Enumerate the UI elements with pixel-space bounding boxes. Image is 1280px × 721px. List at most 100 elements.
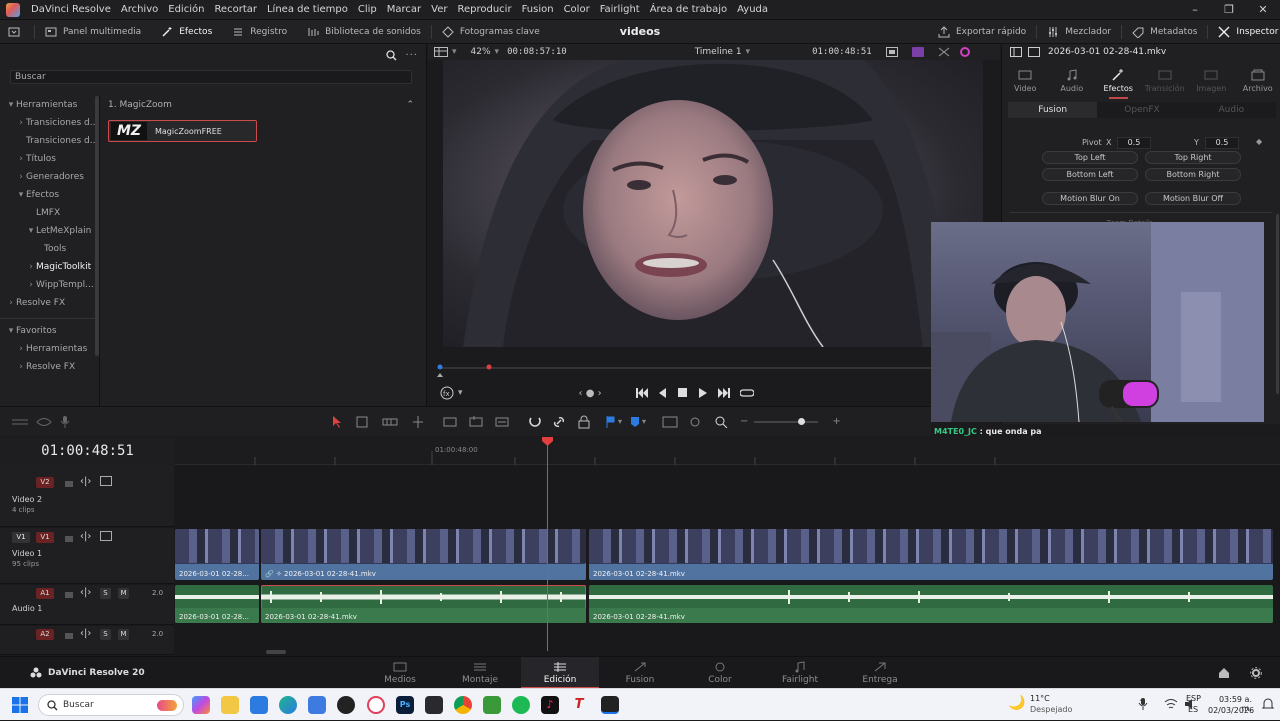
mail-icon[interactable]	[308, 696, 326, 714]
davinci-taskbar-icon[interactable]	[601, 696, 619, 714]
lock-icon[interactable]	[64, 476, 74, 488]
keyframes-button[interactable]: Fotogramas clave	[432, 20, 550, 44]
pivot-y-field[interactable]: 0.5	[1205, 137, 1239, 149]
tree-arrow-icon[interactable]: ›	[26, 258, 36, 276]
timeline-ruler[interactable]: 01:00:48:00	[175, 437, 1280, 465]
selection-tool-icon[interactable]	[332, 416, 342, 428]
tree-arrow-icon[interactable]: ▾	[6, 96, 16, 114]
effects-button[interactable]: Efectos	[151, 20, 222, 44]
viewer-scrub-bar[interactable]	[428, 360, 1000, 380]
playhead-handle-icon[interactable]	[542, 437, 553, 446]
video-clip[interactable]: 2026-03-01 02-28-41.mkv	[589, 529, 1273, 580]
keyframe-icon[interactable]: ◆	[1256, 137, 1262, 146]
metadata-button[interactable]: Metadatos	[1122, 20, 1207, 44]
go-to-end-icon[interactable]	[718, 388, 730, 398]
timeline-layout-icon[interactable]	[12, 417, 28, 427]
tree-arrow-icon[interactable]: ›	[16, 358, 26, 376]
page-entrega[interactable]: Entrega	[841, 657, 919, 689]
tree-item[interactable]: ›Herramientas	[0, 340, 95, 358]
page-edicion[interactable]: Edición	[521, 657, 599, 689]
zoom-out-icon[interactable]: −	[740, 416, 748, 427]
tab-audio[interactable]: Audio	[1049, 66, 1096, 96]
tree-item[interactable]: ▾Efectos	[0, 186, 95, 204]
loop-icon[interactable]	[740, 388, 754, 398]
solo-button[interactable]: S	[100, 629, 111, 640]
snapping-icon[interactable]	[528, 415, 542, 429]
lock-icon[interactable]	[64, 587, 74, 599]
menu-clip[interactable]: Clip	[353, 4, 382, 15]
auto-select-icon[interactable]: ‹|›	[80, 628, 91, 639]
video-clip-selected[interactable]: 🔗 ✧ 2026-03-01 02-28-41.mkv	[261, 529, 586, 580]
typora-icon[interactable]: T	[570, 696, 588, 714]
tree-item[interactable]: ›MagicToolkit	[0, 258, 95, 276]
microphone-icon[interactable]	[60, 416, 70, 428]
app-dark-icon[interactable]	[425, 696, 443, 714]
tree-item[interactable]: ▾Favoritos	[0, 322, 95, 340]
tree-arrow-icon[interactable]: ›	[16, 150, 26, 168]
page-montaje[interactable]: Montaje	[441, 657, 519, 689]
play-icon[interactable]	[698, 388, 708, 398]
weather-temp[interactable]: 11°C	[1030, 694, 1050, 703]
obs-icon[interactable]	[337, 696, 355, 714]
track-id-v1[interactable]: V1	[36, 532, 54, 543]
tree-item[interactable]: ›Resolve FX	[0, 294, 95, 312]
color-wheel-icon[interactable]	[960, 47, 970, 57]
menu-linea-de-tiempo[interactable]: Línea de tiempo	[262, 4, 353, 15]
track-id-v2[interactable]: V2	[36, 477, 54, 488]
visibility-icon[interactable]	[36, 417, 52, 427]
inspector-button[interactable]: Inspector	[1208, 20, 1280, 44]
flag-chevron-icon[interactable]: ▾	[618, 417, 622, 426]
bottom-right-button[interactable]: Bottom Right	[1145, 168, 1241, 181]
menu-color[interactable]: Color	[559, 4, 595, 15]
tab-video[interactable]: Video	[1002, 66, 1049, 96]
in-marker-icon[interactable]	[438, 365, 443, 370]
track-id-a1[interactable]: A1	[36, 588, 54, 599]
tree-scrollbar[interactable]	[95, 96, 99, 356]
menu-area-de-trabajo[interactable]: Área de trabajo	[645, 4, 732, 15]
timeline-chevron-icon[interactable]: ▾	[746, 47, 751, 57]
tree-arrow-icon[interactable]: ›	[16, 340, 26, 358]
taskbar-search-input[interactable]: Buscar	[38, 694, 184, 716]
tree-arrow-icon[interactable]: ›	[26, 276, 36, 294]
stop-icon[interactable]	[678, 388, 688, 398]
tree-arrow-icon[interactable]: ›	[16, 168, 26, 186]
zoom-slider-handle[interactable]	[798, 418, 805, 425]
edge-icon[interactable]	[279, 696, 297, 714]
file-explorer-icon[interactable]	[221, 696, 239, 714]
track-visibility-icon[interactable]	[100, 531, 112, 541]
sound-library-button[interactable]: Biblioteca de sonidos	[297, 20, 431, 44]
tree-item[interactable]: ›Transiciones d...	[0, 114, 95, 132]
fx-chevron-icon[interactable]: ▾	[458, 388, 463, 398]
tree-arrow-icon[interactable]: ▾	[16, 186, 26, 204]
home-icon[interactable]	[1218, 667, 1230, 679]
store-icon[interactable]	[250, 696, 268, 714]
tab-effects[interactable]: Efectos	[1095, 66, 1142, 96]
top-right-button[interactable]: Top Right	[1145, 151, 1241, 164]
solo-button[interactable]: S	[100, 588, 111, 599]
media-pool-button[interactable]: Panel multimedia	[35, 20, 151, 44]
mute-button[interactable]: M	[118, 588, 129, 599]
tab-file[interactable]: Archivo	[1235, 66, 1280, 96]
motion-blur-on-button[interactable]: Motion Blur On	[1042, 192, 1138, 205]
menu-fusion[interactable]: Fusion	[517, 4, 559, 15]
windows-start-icon[interactable]	[12, 697, 28, 713]
audio-clip[interactable]: 2026-03-01 02-28...	[175, 585, 259, 623]
settings-gear-icon[interactable]	[1250, 667, 1262, 679]
copilot-icon[interactable]	[192, 696, 210, 714]
chrome-icon[interactable]	[454, 696, 472, 714]
collapse-chevron-icon[interactable]: ⌃	[406, 96, 418, 114]
menu-marcar[interactable]: Marcar	[382, 4, 426, 15]
audio-clip[interactable]: 2026-03-01 02-28-41.mkv	[589, 585, 1273, 623]
zoom-in-icon[interactable]: +	[832, 416, 840, 427]
lock-icon[interactable]	[578, 415, 590, 429]
timeline-name[interactable]: Timeline 1	[695, 47, 742, 57]
blade-tool-icon[interactable]	[410, 416, 426, 428]
tree-item[interactable]: LMFX	[0, 204, 95, 222]
opera-icon[interactable]	[367, 696, 385, 714]
tree-item[interactable]: ›WippTempl...	[0, 276, 95, 294]
fx-overlay-icon[interactable]	[912, 47, 924, 57]
zoom-chevron-icon[interactable]: ▾	[495, 47, 500, 57]
menu-ayuda[interactable]: Ayuda	[732, 4, 773, 15]
tree-item[interactable]: ▾Herramientas	[0, 96, 95, 114]
timeline-hscroll[interactable]	[266, 650, 286, 654]
